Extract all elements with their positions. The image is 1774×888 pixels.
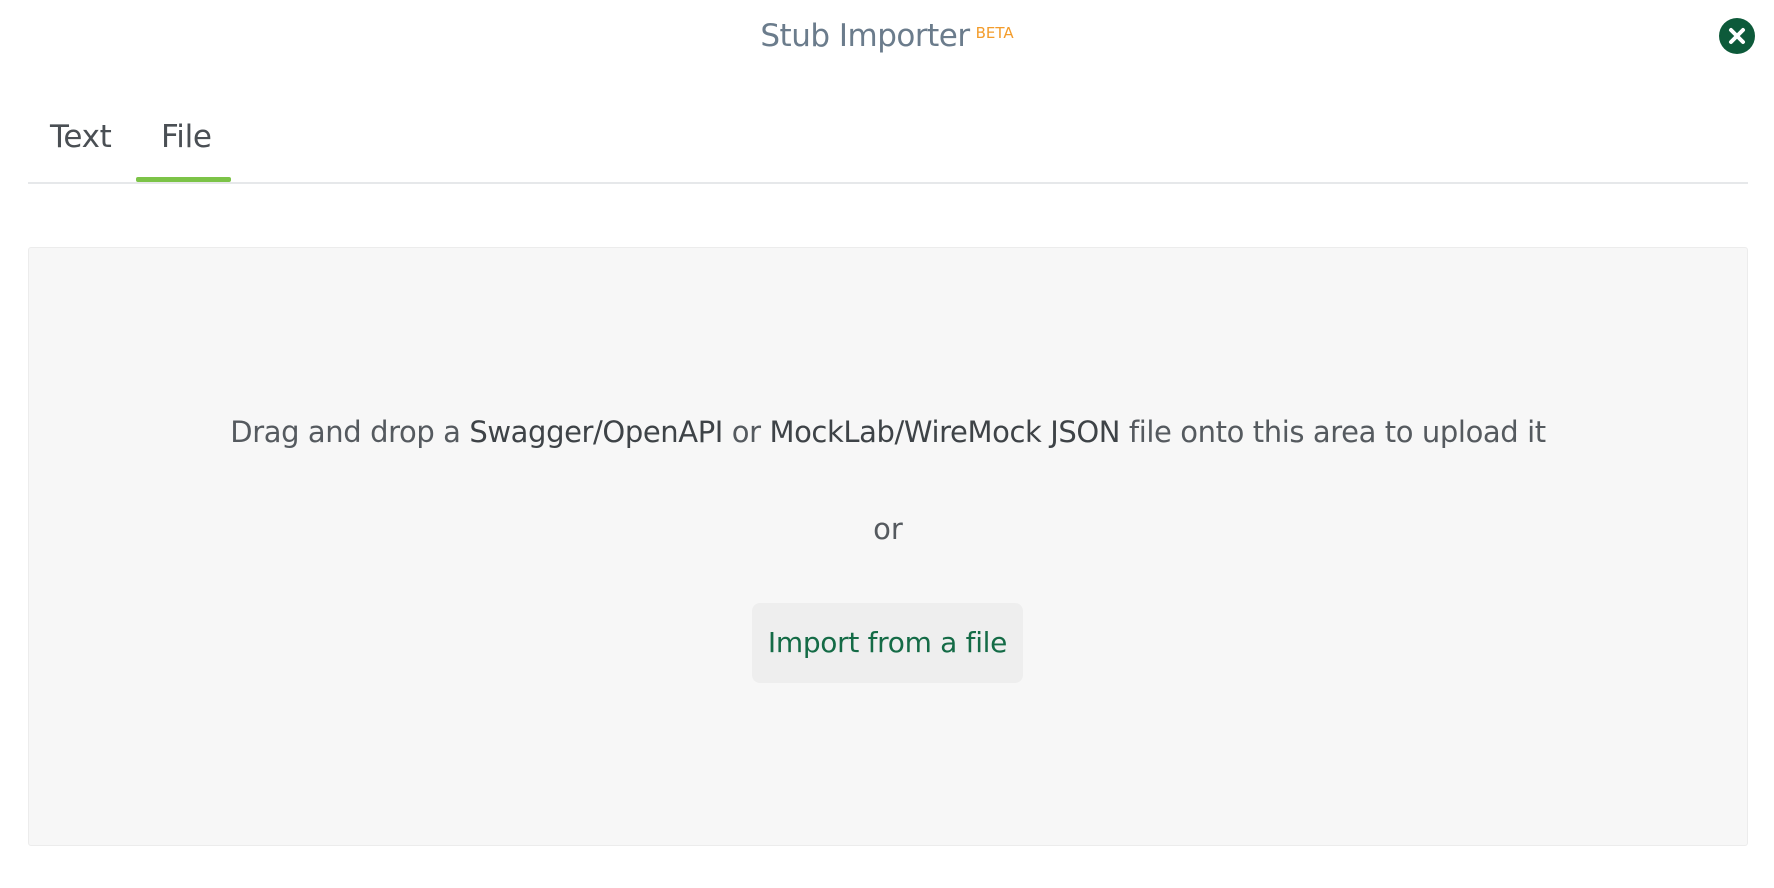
dialog-title: Stub Importer — [760, 18, 970, 54]
active-tab-indicator — [136, 177, 231, 182]
beta-badge: BETA — [975, 24, 1014, 42]
import-from-file-button[interactable]: Import from a file — [752, 603, 1023, 683]
drop-text-suffix: file onto this area to upload it — [1120, 415, 1546, 449]
file-drop-zone[interactable]: Drag and drop a Swagger/OpenAPI or MockL… — [28, 247, 1748, 846]
tab-divider-gap — [127, 180, 135, 182]
stub-importer-dialog: Stub Importer BETA Text File Drag and dro… — [0, 0, 1774, 888]
tab-file[interactable]: File — [161, 119, 212, 155]
drop-text-prefix: Drag and drop a — [230, 415, 470, 449]
format-mocklab-wiremock-json: MockLab/WireMock JSON — [769, 415, 1121, 449]
drop-text-mid: or — [722, 415, 770, 449]
tab-text[interactable]: Text — [50, 119, 112, 155]
or-separator: or — [873, 512, 903, 546]
close-icon — [1729, 28, 1745, 44]
drop-instructions: Drag and drop a Swagger/OpenAPI or MockL… — [29, 415, 1747, 449]
tab-divider-gap — [230, 180, 238, 182]
close-button[interactable] — [1719, 18, 1755, 54]
format-swagger-openapi: Swagger/OpenAPI — [469, 415, 723, 449]
dialog-header: Stub Importer BETA — [0, 18, 1774, 54]
tab-bar: Text File — [28, 105, 1748, 184]
